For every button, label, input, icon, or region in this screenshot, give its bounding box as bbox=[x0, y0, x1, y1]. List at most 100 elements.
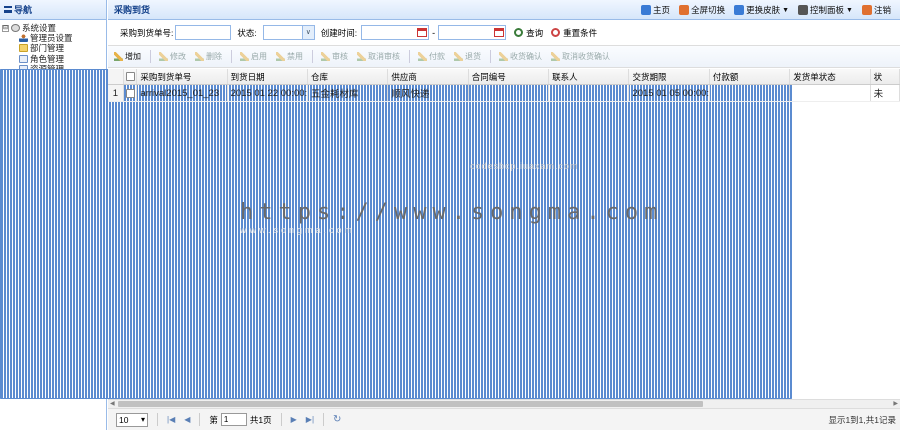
tree-node[interactable]: 角色管理 bbox=[0, 54, 106, 64]
toolbar-button-label: 审核 bbox=[332, 52, 348, 61]
tree-node[interactable]: 管理员设置 bbox=[0, 33, 106, 43]
top-links: 主页 全屏切换 更换皮肤 ▼ 控制面板 ▼ 注销 bbox=[641, 0, 900, 20]
reset-button[interactable]: 重置条件 bbox=[551, 27, 597, 39]
column-header[interactable]: 发货单状态 bbox=[790, 69, 871, 84]
toolbar-button-label: 取消审核 bbox=[368, 52, 400, 61]
pagination-bar: 10 |◀ ◀ 第 1 共1页 ▶ ▶| ↻ 显示1到1,共1记录 bbox=[108, 408, 900, 430]
column-header[interactable]: 供应商 bbox=[388, 69, 469, 84]
data-grid: 采购到货单号 到货日期 仓库 供应商 合同编号 联系人 交货期限 付款额 发货单状态状 1 arr… bbox=[108, 69, 900, 399]
scroll-thumb[interactable] bbox=[118, 401, 703, 407]
date-to-input[interactable] bbox=[438, 25, 507, 40]
query-button[interactable]: 查询 bbox=[514, 27, 543, 39]
column-header[interactable]: 仓库 bbox=[308, 69, 389, 84]
column-header[interactable]: 交货期限 bbox=[629, 69, 710, 84]
skin-icon bbox=[734, 5, 745, 15]
main-header: 采购到货 主页 全屏切换 更换皮肤 ▼ 控制面板 ▼ 注销 bbox=[108, 0, 900, 20]
toolbar-button-3[interactable]: 删除 bbox=[195, 51, 222, 62]
edit-icon bbox=[159, 52, 168, 61]
table-cell: 2015 01 22 00:00: bbox=[228, 85, 308, 101]
tree-node[interactable]: 部门管理 bbox=[0, 43, 106, 53]
toolbar-button-11[interactable]: 取消收货确认 bbox=[551, 51, 610, 62]
toolbar-divider bbox=[409, 50, 410, 63]
tree-node[interactable]: ⊟ 系统设置 bbox=[0, 23, 106, 33]
chevron-down-icon: ▼ bbox=[846, 6, 853, 14]
top-link-label: 控制面板 bbox=[810, 5, 845, 15]
order-no-input[interactable] bbox=[175, 25, 232, 40]
last-page-icon[interactable]: ▶| bbox=[306, 415, 314, 424]
tree-node[interactable]: 系统变量 bbox=[0, 69, 792, 399]
table-row[interactable]: 1 arrival2015_01_23 2015 01 22 00:00: 五金耗材库… bbox=[108, 85, 900, 102]
toolbar-button-9[interactable]: 退货 bbox=[454, 51, 481, 62]
toolbar-button-label: 修改 bbox=[170, 52, 186, 61]
toolbar-button-8[interactable]: 付款 bbox=[418, 51, 445, 62]
top-link-3[interactable]: 更换皮肤 ▼ bbox=[734, 4, 789, 16]
menu-icon bbox=[4, 6, 12, 13]
next-page-icon[interactable]: ▶ bbox=[291, 415, 297, 424]
toolbar-button-label: 启用 bbox=[251, 52, 267, 61]
edit-icon bbox=[551, 52, 560, 61]
watermark-faint: www.songma.com bbox=[240, 225, 356, 235]
calendar-icon[interactable] bbox=[494, 28, 505, 37]
table-cell bbox=[469, 85, 550, 101]
top-link-4[interactable]: 控制面板 ▼ bbox=[798, 4, 853, 16]
toolbar-button-2[interactable]: 修改 bbox=[159, 51, 186, 62]
column-header[interactable]: 付款额 bbox=[710, 69, 791, 84]
column-header[interactable]: 采购到货单号 bbox=[137, 69, 228, 84]
tree-node-label: 系统设置 bbox=[22, 23, 57, 34]
status-select[interactable]: ∨ bbox=[262, 25, 315, 40]
page-size-select[interactable]: 10 bbox=[116, 412, 148, 427]
page-number-input[interactable]: 1 bbox=[220, 413, 247, 426]
column-header[interactable]: 到货日期 bbox=[228, 69, 308, 84]
top-link-1[interactable]: 主页 bbox=[641, 4, 670, 16]
first-page-icon[interactable]: |◀ bbox=[167, 415, 175, 424]
nav-title: 导航 bbox=[14, 5, 33, 15]
toolbar-divider bbox=[312, 50, 313, 63]
column-header[interactable]: 状 bbox=[871, 69, 900, 84]
select-all-checkbox[interactable] bbox=[125, 72, 135, 81]
prev-page-icon[interactable]: ◀ bbox=[184, 415, 190, 424]
doc-icon bbox=[19, 54, 28, 63]
row-checkbox[interactable] bbox=[125, 88, 135, 98]
refresh-icon[interactable]: ↻ bbox=[333, 414, 341, 425]
top-link-5[interactable]: 注销 bbox=[861, 4, 891, 16]
search-bar: 采购到货单号: 状态: ∨ 创建时间: - 查询 重置条件 bbox=[108, 20, 900, 46]
order-no-label: 采购到货单号: bbox=[120, 27, 174, 38]
edit-icon bbox=[321, 52, 330, 61]
toolbar-button-label: 退货 bbox=[465, 52, 481, 61]
toolbar-divider bbox=[490, 50, 491, 63]
date-separator: - bbox=[432, 27, 436, 38]
edit-icon bbox=[240, 52, 249, 61]
row-number: 1 bbox=[108, 85, 124, 101]
row-select-cell[interactable] bbox=[124, 85, 138, 101]
toolbar-button-7[interactable]: 取消审核 bbox=[357, 51, 400, 62]
toolbar-button-4[interactable]: 启用 bbox=[240, 51, 267, 62]
calendar-icon[interactable] bbox=[417, 28, 428, 37]
date-from-input[interactable] bbox=[361, 25, 430, 40]
horizontal-scrollbar[interactable]: ◀ ▶ bbox=[108, 399, 900, 408]
grid-body: 1 arrival2015_01_23 2015 01 22 00:00: 五金耗材库… bbox=[108, 85, 900, 102]
toolbar-button-1[interactable]: 增加 bbox=[114, 51, 141, 62]
toolbar-button-label: 删除 bbox=[206, 52, 222, 61]
reset-icon bbox=[551, 28, 561, 37]
collapse-icon[interactable]: ⊟ bbox=[2, 24, 9, 32]
row-number-header bbox=[108, 69, 124, 84]
toolbar-button-10[interactable]: 收货确认 bbox=[499, 51, 542, 62]
edit-icon bbox=[114, 52, 123, 61]
chevron-down-icon[interactable]: ∨ bbox=[301, 26, 314, 39]
query-label: 查询 bbox=[526, 27, 544, 38]
tree-node-label: 角色管理 bbox=[30, 53, 65, 64]
chevron-down-icon: ▼ bbox=[782, 6, 790, 14]
column-header[interactable]: 合同编号 bbox=[469, 69, 550, 84]
toolbar-button-5[interactable]: 禁用 bbox=[276, 51, 303, 62]
toolbar-button-label: 增加 bbox=[125, 52, 141, 61]
watermark-large: https://www.songma.com bbox=[240, 200, 664, 225]
page-total: 共1页 bbox=[249, 414, 272, 425]
table-cell: 五金耗材库 bbox=[308, 85, 389, 101]
home-icon bbox=[641, 5, 652, 15]
edit-icon bbox=[499, 52, 508, 61]
toolbar-button-6[interactable]: 审核 bbox=[321, 51, 348, 62]
divider bbox=[157, 413, 158, 426]
top-link-2[interactable]: 全屏切换 bbox=[679, 4, 725, 16]
column-header[interactable]: 联系人 bbox=[549, 69, 630, 84]
select-all-cell[interactable] bbox=[124, 69, 138, 84]
